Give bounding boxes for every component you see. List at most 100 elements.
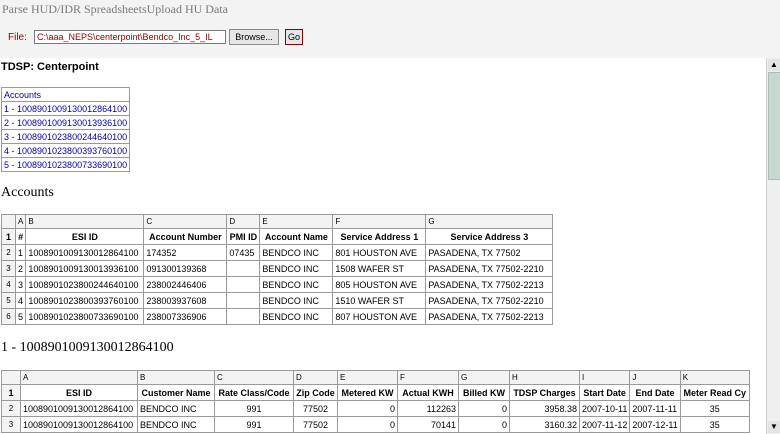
cell: 805 HOUSTON AVE	[332, 276, 427, 293]
table-row: 4 3 1008901023800244640100 238002446406 …	[1, 276, 554, 293]
go-button[interactable]: Go	[285, 29, 303, 45]
cell: 3958.38	[509, 400, 580, 417]
row-number: 6	[1, 308, 16, 325]
cell: 4	[14, 292, 27, 309]
cell: 1008901023800733690100	[25, 308, 145, 325]
cell: 77502	[293, 400, 338, 417]
detail-section-title: 1 - 1008901009130012864100	[1, 340, 174, 355]
header-cell: TDSP Charges	[509, 384, 580, 401]
account-link[interactable]: 4 - 1008901023800393760100	[0, 143, 131, 158]
row-number: 3	[1, 416, 21, 433]
account-link[interactable]: 2 - 1008901009130013936100	[0, 115, 131, 130]
cell: BENDCO INC	[137, 400, 215, 417]
row-number: 1	[1, 228, 16, 245]
row-number: 2	[1, 400, 21, 417]
header-cell: ESI ID	[20, 384, 138, 401]
scroll-up-arrow-icon[interactable]: ▲	[768, 59, 780, 71]
header-cell: Billed KW	[458, 384, 510, 401]
table-row: 2 1 1008901009130012864100 174352 07435 …	[1, 244, 554, 261]
scroll-down-arrow-icon[interactable]: ▼	[768, 421, 780, 433]
header-cell: Service Address 1	[332, 228, 427, 245]
cell: PASADENA, TX 77502-2213	[425, 308, 554, 325]
cell: 091300139368	[143, 260, 228, 277]
col-letter: C	[214, 370, 294, 385]
account-link[interactable]: 5 - 1008901023800733690100	[0, 157, 131, 172]
cell: BENDCO INC	[259, 260, 334, 277]
cell: PASADENA, TX 77502	[425, 244, 554, 261]
vertical-scrollbar[interactable]: ▲ ▼	[766, 58, 780, 434]
browse-button[interactable]: Browse...	[229, 29, 279, 45]
col-letter: B	[137, 370, 215, 385]
cell: 1008901009130013936100	[25, 260, 145, 277]
cell: 0	[337, 400, 398, 417]
cell: 991	[214, 400, 294, 417]
nav-upload-hu-data[interactable]: Upload HU Data	[147, 2, 228, 16]
cell: 112263	[397, 400, 459, 417]
cell: 07435	[226, 244, 261, 261]
upload-toolbar: Parse HUD/IDR SpreadsheetsUpload HU Data…	[0, 0, 780, 58]
cell: 3160.32	[509, 416, 580, 433]
cell: BENDCO INC	[137, 416, 215, 433]
nav-parse-spreadsheets[interactable]: Parse HUD/IDR Spreadsheets	[2, 2, 147, 16]
header-cell: Account Name	[259, 228, 334, 245]
cell: BENDCO INC	[259, 292, 334, 309]
cell: 70141	[397, 416, 459, 433]
col-letter: G	[458, 370, 510, 385]
cell	[226, 308, 261, 325]
corner-cell	[1, 214, 16, 229]
account-link[interactable]: 1 - 1008901009130012864100	[0, 101, 131, 116]
cell: 35	[679, 400, 750, 417]
file-upload-row: File: C:\aaa_NEPS\centerpoint\Bendco_Inc…	[8, 29, 303, 45]
cell: 991	[214, 416, 294, 433]
file-label: File:	[8, 31, 27, 43]
header-cell: End Date	[629, 384, 681, 401]
header-cell: Service Address 3	[425, 228, 554, 245]
account-list-header[interactable]: Accounts	[0, 87, 131, 102]
account-link-list: Accounts 1 - 1008901009130012864100 2 - …	[0, 87, 131, 172]
col-letter: F	[332, 214, 427, 229]
header-cell: #	[14, 228, 27, 245]
tdsp-label: TDSP: Centerpoint	[1, 61, 99, 73]
row-number: 2	[1, 244, 16, 261]
cell: 1510 WAFER ST	[332, 292, 427, 309]
cell: 1008901009130012864100	[20, 416, 138, 433]
cell: 1008901009130012864100	[25, 244, 145, 261]
cell: PASADENA, TX 77502-2210	[425, 260, 554, 277]
header-cell: Meter Read Cy	[679, 384, 750, 401]
cell: 174352	[143, 244, 228, 261]
account-link[interactable]: 3 - 1008901023800244640100	[0, 129, 131, 144]
cell: 3	[14, 276, 27, 293]
cell: 35	[679, 416, 750, 433]
cell: 2007-12-11	[629, 416, 681, 433]
col-letter: E	[259, 214, 334, 229]
cell: 801 HOUSTON AVE	[332, 244, 427, 261]
cell: 0	[337, 416, 398, 433]
accounts-section-title: Accounts	[1, 185, 54, 200]
cell: 5	[14, 308, 27, 325]
scrollbar-thumb[interactable]	[768, 72, 780, 180]
cell: 238007336906	[143, 308, 228, 325]
header-cell: Account Number	[143, 228, 228, 245]
cell: 2	[14, 260, 27, 277]
cell: 238002446406	[143, 276, 228, 293]
cell	[226, 292, 261, 309]
col-letter: G	[425, 214, 554, 229]
usage-detail-table: A B C D E F G H I J K 1 ESI ID Customer …	[1, 370, 750, 433]
header-cell: Zip Code	[293, 384, 338, 401]
cell: BENDCO INC	[259, 308, 334, 325]
corner-cell	[1, 370, 21, 385]
file-path-input[interactable]: C:\aaa_NEPS\centerpoint\Bendco_Inc_5_IL	[34, 30, 226, 44]
cell: 238003937608	[143, 292, 228, 309]
cell: 1008901009130012864100	[20, 400, 138, 417]
cell: 2007-10-11	[578, 400, 631, 417]
cell: 807 HOUSTON AVE	[332, 308, 427, 325]
cell: BENDCO INC	[259, 244, 334, 261]
table-row: 6 5 1008901023800733690100 238007336906 …	[1, 308, 554, 325]
page-content: TDSP: Centerpoint Accounts 1 - 100890100…	[0, 58, 766, 434]
row-number: 1	[1, 384, 21, 401]
col-letter: F	[397, 370, 459, 385]
col-letter: A	[20, 370, 138, 385]
cell: 2007-11-11	[629, 400, 681, 417]
cell: 2007-11-12	[578, 416, 631, 433]
header-cell: Rate Class/Code	[214, 384, 294, 401]
